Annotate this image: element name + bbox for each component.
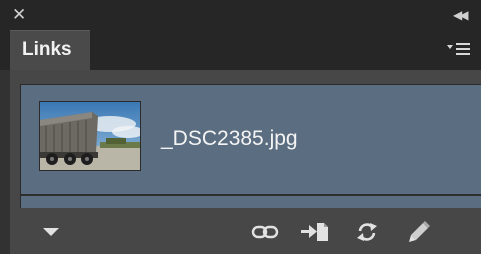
edit-original-button[interactable] (404, 220, 434, 244)
link-filename: _DSC2385.jpg (161, 127, 298, 150)
tab-label: Links (22, 39, 72, 60)
links-panel: ✕ ◀◀ Links _DSC2385.jpg (0, 0, 481, 254)
divider (20, 194, 481, 196)
relink-button[interactable] (250, 220, 280, 244)
panel-title-bar: ✕ ◀◀ (0, 0, 481, 30)
go-to-link-button[interactable] (300, 220, 330, 244)
refresh-icon (357, 223, 377, 241)
show-link-info-button[interactable] (36, 220, 66, 244)
tab-row: Links (0, 30, 481, 70)
pencil-icon (409, 221, 430, 242)
list-footer (20, 194, 481, 208)
update-link-button[interactable] (352, 220, 382, 244)
list-item[interactable]: _DSC2385.jpg (21, 85, 481, 195)
tab-links[interactable]: Links (10, 30, 90, 70)
panel-menu-icon[interactable] (445, 40, 473, 58)
go-to-link-icon (301, 223, 328, 241)
links-list: _DSC2385.jpg (20, 84, 481, 195)
chain-link-icon (251, 225, 279, 239)
double-chevron-left-icon[interactable]: ◀◀ (453, 9, 471, 21)
thumbnail-image (39, 101, 141, 171)
links-toolbar (20, 210, 481, 254)
panel-content: _DSC2385.jpg (10, 70, 481, 254)
triangle-down-icon (43, 228, 59, 236)
close-icon[interactable]: ✕ (12, 7, 26, 24)
